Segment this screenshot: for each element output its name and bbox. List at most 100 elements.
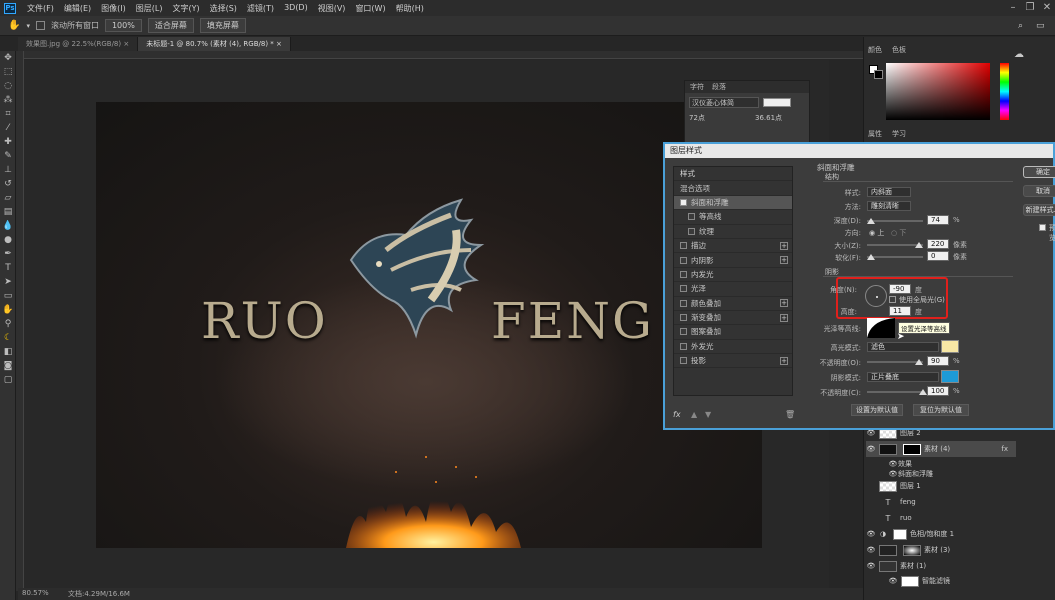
- size-input[interactable]: 220: [927, 239, 949, 249]
- tab-close-icon[interactable]: ×: [276, 40, 282, 48]
- menu-item[interactable]: 选择(S): [205, 3, 242, 14]
- brush-tool-icon[interactable]: ✎: [0, 149, 16, 163]
- style-item[interactable]: 外发光: [674, 340, 792, 355]
- eye-icon[interactable]: 👁: [866, 429, 876, 437]
- make-default-button[interactable]: 设置为默认值: [851, 404, 903, 416]
- shadow-opacity-slider[interactable]: [867, 391, 923, 393]
- shadow-opacity-input[interactable]: 100: [927, 386, 949, 396]
- move-up-icon[interactable]: ▲: [691, 410, 697, 419]
- blend-options-item[interactable]: 混合选项: [674, 181, 792, 196]
- fit-screen-button[interactable]: 适合屏幕: [147, 18, 194, 33]
- direction-up-radio[interactable]: ◉ 上: [869, 228, 884, 238]
- healing-tool-icon[interactable]: ✚: [0, 135, 16, 149]
- banana-icon[interactable]: ☾: [0, 331, 16, 345]
- hand-tool-icon[interactable]: ✋: [0, 303, 16, 317]
- add-style-icon[interactable]: +: [780, 313, 788, 322]
- path-select-icon[interactable]: ➤: [0, 275, 16, 289]
- eye-icon[interactable]: 👁: [866, 546, 876, 554]
- style-item[interactable]: 内发光: [674, 268, 792, 283]
- style-item[interactable]: 渐变叠加 +: [674, 311, 792, 326]
- style-item[interactable]: 图案叠加: [674, 325, 792, 340]
- quick-mask-icon[interactable]: ◙: [0, 359, 16, 373]
- menu-item[interactable]: 文字(Y): [167, 3, 204, 14]
- move-down-icon[interactable]: ▼: [705, 410, 711, 419]
- zoom-tool-icon[interactable]: ⚲: [0, 317, 16, 331]
- style-checkbox[interactable]: [680, 357, 687, 365]
- font-style-select[interactable]: [763, 98, 791, 107]
- styles-header[interactable]: 样式: [674, 167, 792, 182]
- style-item[interactable]: 等高线: [674, 210, 792, 225]
- font-size-field[interactable]: 72点: [689, 113, 705, 123]
- font-family-select[interactable]: 汉仪菱心体简: [689, 97, 759, 108]
- style-checkbox[interactable]: [680, 198, 687, 206]
- tab-character[interactable]: 字符: [690, 81, 704, 93]
- layer-row[interactable]: 👁 素材 (3): [866, 542, 1016, 558]
- layer-row-text[interactable]: Truo: [866, 510, 1016, 526]
- eyedropper-tool-icon[interactable]: ⁄: [0, 121, 16, 135]
- style-item[interactable]: 斜面和浮雕: [674, 195, 792, 211]
- depth-slider-knob[interactable]: [867, 218, 875, 224]
- marquee-tool-icon[interactable]: ⬚: [0, 65, 16, 79]
- bevel-style-select[interactable]: 内斜面: [867, 187, 911, 197]
- smart-filter-row[interactable]: 👁 智能滤镜: [866, 573, 1016, 589]
- add-style-icon[interactable]: +: [780, 241, 788, 250]
- eye-icon[interactable]: 👁: [888, 470, 898, 478]
- menu-item[interactable]: 图层(L): [131, 3, 168, 14]
- direction-down-radio[interactable]: ○ 下: [891, 228, 906, 238]
- highlight-opacity-input[interactable]: 90: [927, 356, 949, 366]
- history-brush-icon[interactable]: ↺: [0, 177, 16, 191]
- reset-default-button[interactable]: 复位为默认值: [913, 404, 969, 416]
- style-checkbox[interactable]: [680, 285, 687, 293]
- new-style-button[interactable]: 新建样式...: [1023, 204, 1055, 216]
- style-checkbox[interactable]: [680, 328, 687, 336]
- style-checkbox[interactable]: [680, 256, 687, 264]
- menu-item[interactable]: 编辑(E): [59, 3, 96, 14]
- restore-icon[interactable]: ❐: [1022, 0, 1038, 16]
- color-picker-field[interactable]: [886, 63, 990, 120]
- technique-select[interactable]: 雕刻清晰: [867, 201, 911, 211]
- screen-mode-icon[interactable]: ▢: [0, 373, 16, 387]
- foreground-background-icon[interactable]: ◧: [0, 345, 16, 359]
- fx-menu-icon[interactable]: fx: [673, 410, 681, 419]
- dodge-tool-icon[interactable]: ●: [0, 233, 16, 247]
- preview-checkbox[interactable]: [1039, 224, 1046, 231]
- style-checkbox[interactable]: [680, 270, 687, 278]
- leading-field[interactable]: 36.61点: [755, 113, 782, 123]
- zoom-readout[interactable]: 80.57%: [22, 589, 49, 597]
- style-checkbox[interactable]: [680, 299, 687, 307]
- layer-row-adjustment[interactable]: 👁 ◑ 色相/饱和度 1: [866, 526, 1016, 542]
- eraser-tool-icon[interactable]: ▱: [0, 191, 16, 205]
- fill-screen-button[interactable]: 填充屏幕: [199, 18, 246, 33]
- tool-preset-dropdown[interactable]: ▾: [26, 22, 30, 30]
- scroll-all-checkbox[interactable]: [35, 21, 45, 30]
- layer-row[interactable]: 图层 1: [866, 478, 1016, 494]
- stamp-tool-icon[interactable]: ⊥: [0, 163, 16, 177]
- ok-button[interactable]: 确定: [1023, 166, 1055, 178]
- size-slider-knob[interactable]: [915, 242, 923, 248]
- add-style-icon[interactable]: +: [780, 356, 788, 365]
- style-item[interactable]: 光泽: [674, 282, 792, 297]
- tab-color[interactable]: 颜色: [868, 45, 882, 55]
- layer-row-selected[interactable]: 👁 素材 (4) fx: [866, 441, 1016, 457]
- highlight-color-swatch[interactable]: [941, 340, 959, 353]
- layer-row-text[interactable]: Tfeng: [866, 494, 1016, 510]
- move-tool-icon[interactable]: ✥: [0, 51, 16, 65]
- libraries-icon[interactable]: ☁: [1014, 49, 1024, 60]
- style-checkbox[interactable]: [680, 342, 687, 350]
- menu-item[interactable]: 文件(F): [22, 3, 59, 14]
- tab-close-icon[interactable]: ×: [123, 40, 129, 48]
- eye-icon[interactable]: 👁: [866, 562, 876, 570]
- soften-slider-knob[interactable]: [867, 254, 875, 260]
- tab-learn[interactable]: 学习: [892, 129, 906, 139]
- tab-untitled[interactable]: 未标题-1 @ 80.7% (素材 (4), RGB/8) * ×: [138, 37, 291, 51]
- trash-icon[interactable]: 🗑: [785, 410, 795, 419]
- search-icon[interactable]: ⌕: [1018, 21, 1023, 31]
- cancel-button[interactable]: 取消: [1023, 185, 1055, 197]
- tab-properties[interactable]: 属性: [868, 129, 882, 139]
- highlight-opacity-knob[interactable]: [915, 359, 923, 365]
- style-item[interactable]: 投影 +: [674, 354, 792, 369]
- style-checkbox[interactable]: [688, 227, 695, 235]
- angle-dial[interactable]: [865, 285, 887, 307]
- depth-slider[interactable]: [867, 220, 923, 222]
- background-swatch[interactable]: [874, 70, 883, 79]
